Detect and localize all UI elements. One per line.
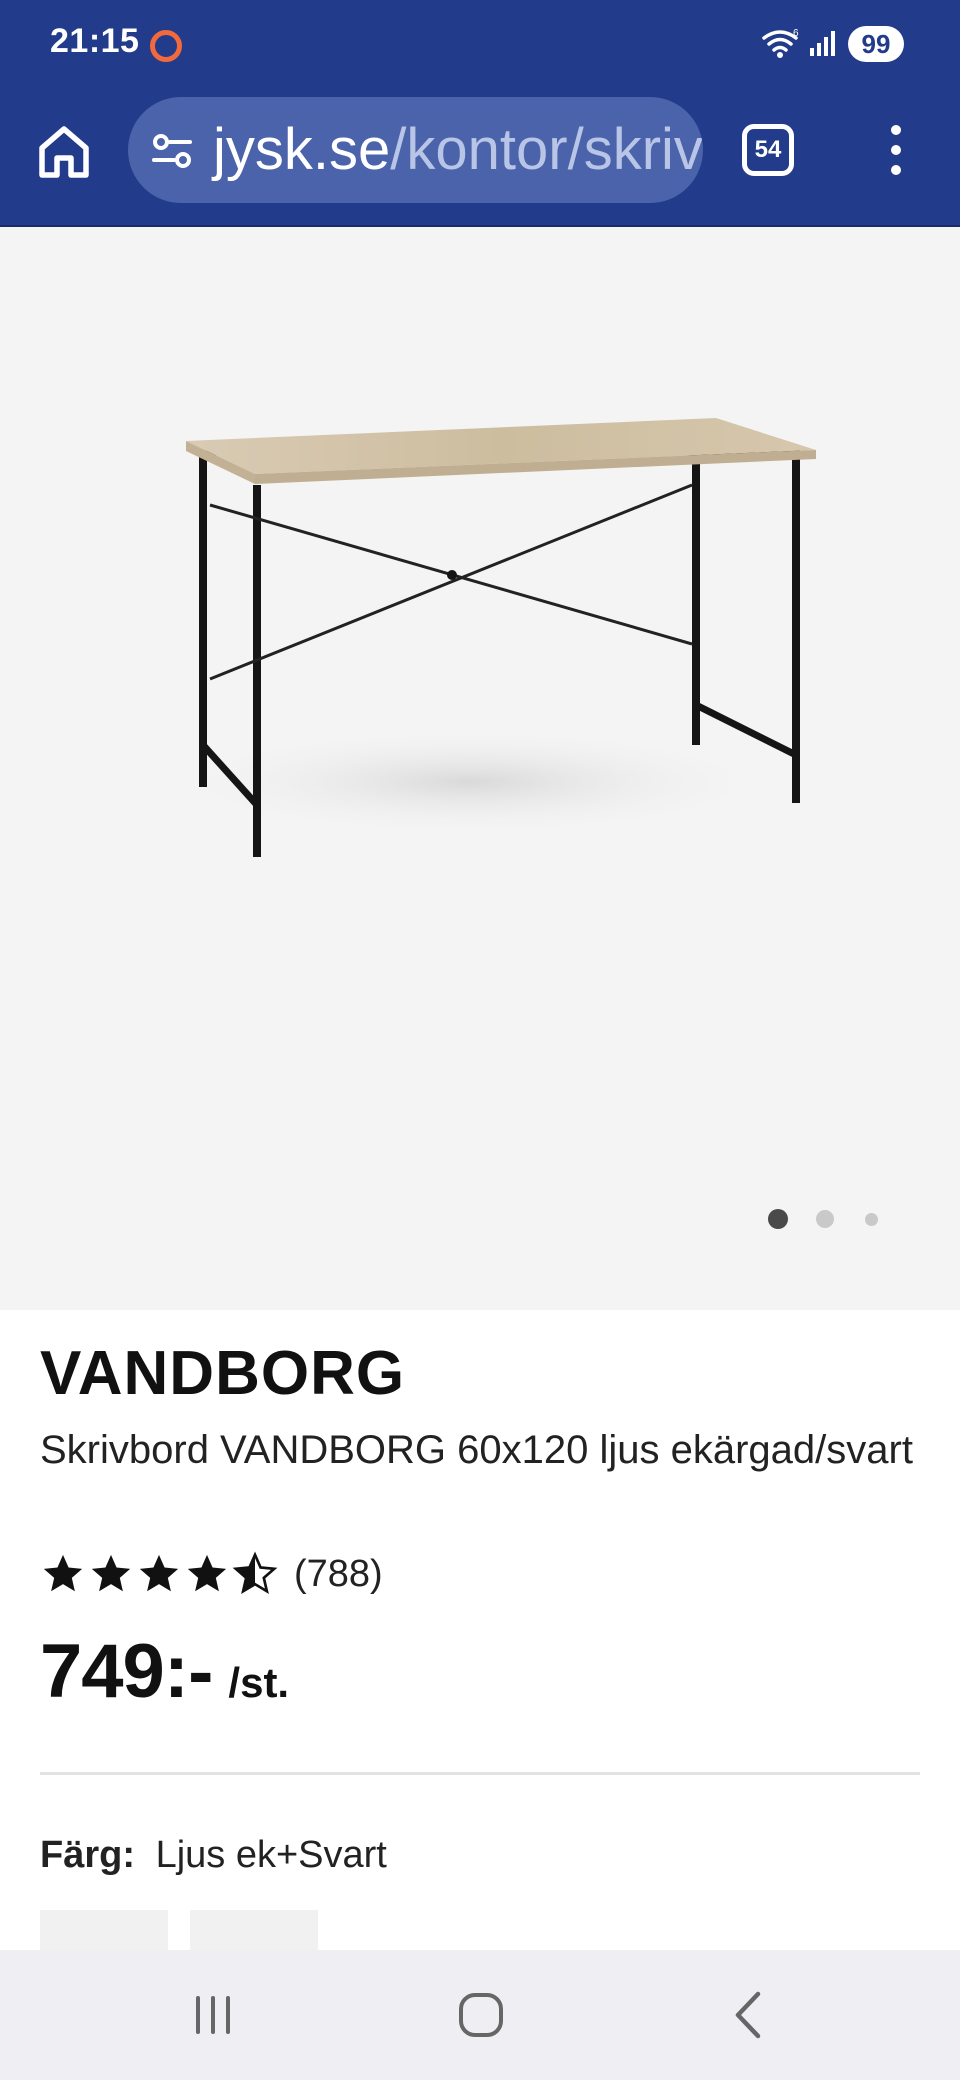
star-full-icon (139, 1554, 179, 1592)
notification-ring-icon (150, 30, 182, 62)
price-row: 749:- /st. (40, 1628, 289, 1715)
signal-icon (810, 31, 835, 56)
back-icon[interactable] (714, 1980, 784, 2050)
gallery-dot-3[interactable] (865, 1213, 878, 1226)
rating-row[interactable]: (788) (40, 1544, 383, 1604)
recent-apps-icon[interactable] (178, 1980, 248, 2050)
home-icon[interactable] (30, 118, 98, 186)
price-unit: /st. (228, 1659, 290, 1706)
home-nav-icon[interactable] (446, 1980, 516, 2050)
color-swatch-1[interactable] (40, 1910, 168, 1950)
status-time: 21:15 (50, 22, 140, 60)
gallery-dot-1[interactable] (768, 1209, 788, 1229)
rating-count: (788) (294, 1552, 383, 1595)
address-bar[interactable]: jysk.se/kontor/skrivbord (128, 97, 703, 203)
tab-switcher-button[interactable]: 54 (742, 124, 794, 176)
desk-product-image (160, 418, 816, 857)
url-path: /kontor/skrivbord (390, 117, 703, 182)
product-image-gallery[interactable] (0, 227, 960, 1310)
battery-badge: 99 (848, 26, 904, 62)
product-description: Skrivbord VANDBORG 60x120 ljus ekärgad/s… (40, 1428, 913, 1472)
svg-text:6: 6 (793, 28, 799, 39)
star-full-icon (187, 1554, 227, 1592)
more-options-icon[interactable] (880, 122, 912, 178)
system-navigation-bar (0, 1950, 960, 2080)
star-full-icon (43, 1554, 83, 1592)
product-price: 749:- (40, 1629, 213, 1714)
wifi-icon: 6 (762, 28, 799, 58)
color-label: Färg: (40, 1834, 135, 1876)
product-brand-title: VANDBORG (40, 1339, 406, 1408)
gallery-dot-2[interactable] (816, 1210, 834, 1228)
site-settings-icon[interactable] (150, 131, 194, 171)
status-bar: 21:15 6 99 (0, 0, 960, 90)
url-text: jysk.se/kontor/skrivbord (213, 117, 703, 183)
divider (40, 1772, 920, 1775)
color-selection: Färg: Ljus ek+Svart (40, 1834, 387, 1877)
star-half-icon (232, 1551, 278, 1595)
star-full-icon (91, 1554, 131, 1592)
url-domain: jysk.se (213, 117, 391, 182)
color-swatch-2[interactable] (190, 1910, 318, 1950)
color-value: Ljus ek+Svart (155, 1834, 387, 1876)
